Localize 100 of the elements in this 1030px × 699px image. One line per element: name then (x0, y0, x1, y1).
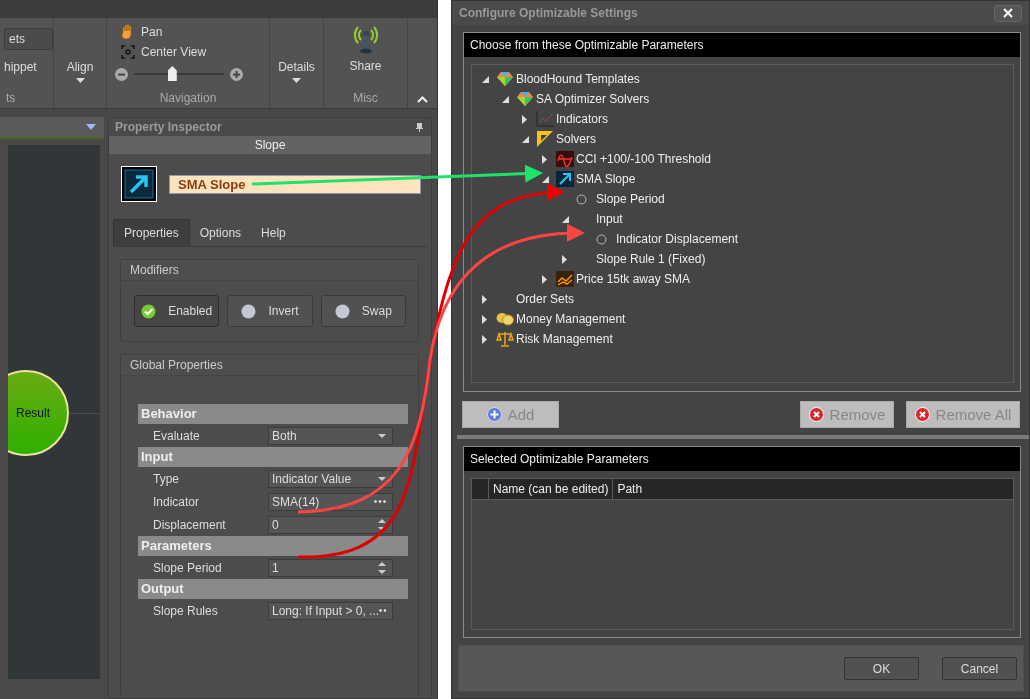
tab[interactable]: Options (189, 219, 252, 246)
dialog-title: Configure Optimizable Settings (459, 6, 638, 20)
expanded-icon[interactable] (482, 75, 489, 83)
tree-item[interactable]: SMA Slope (576, 172, 636, 186)
ribbon-button[interactable]: ets (4, 28, 53, 50)
dropdown-icon[interactable] (378, 433, 386, 438)
share-button[interactable]: Share (349, 23, 382, 73)
property-label: Evaluate (152, 428, 201, 443)
dropdown-icon[interactable] (86, 124, 96, 130)
chart-icon (536, 111, 554, 127)
property-label: Displacement (152, 517, 227, 532)
dialog-button[interactable]: Cancel (942, 657, 1017, 680)
circle-icon (334, 303, 350, 319)
collapsed-icon[interactable] (482, 334, 487, 344)
collapsed-icon[interactable] (542, 274, 547, 284)
check-icon (141, 303, 157, 319)
tree-item[interactable]: Risk Management (516, 332, 613, 346)
wave-icon (556, 151, 574, 167)
coins-icon (496, 312, 514, 326)
tree-item[interactable]: SA Optimizer Solvers (536, 92, 650, 106)
ruler-icon (536, 130, 554, 148)
group-caption: ts (5, 90, 16, 107)
property-value-field[interactable]: Both (268, 426, 393, 445)
ellipsis-icon[interactable] (374, 500, 386, 503)
remove-icon (914, 407, 930, 422)
tree-item[interactable]: Slope Period (596, 192, 665, 206)
group-title: Modifiers (121, 260, 418, 281)
category-header: Parameters (138, 536, 408, 556)
scale-icon (496, 331, 514, 347)
object-type-label: Slope (109, 136, 431, 154)
collapsed-icon[interactable] (542, 154, 547, 164)
property-label: Indicator (152, 494, 201, 509)
collapsed-icon[interactable] (482, 294, 487, 304)
zoom-in-icon[interactable] (230, 67, 243, 81)
property-value-field[interactable]: SMA(14) (268, 492, 393, 511)
tree-item[interactable]: Price 15tk away SMA (576, 272, 691, 286)
tree-item[interactable]: Solvers (556, 132, 596, 146)
ribbon-button[interactable]: hippet (4, 60, 53, 74)
tree-item[interactable]: Money Management (516, 312, 626, 326)
dialog-button[interactable]: OK (844, 657, 919, 680)
property-value-field[interactable]: 1 (268, 558, 393, 577)
tab[interactable]: Help (251, 219, 296, 246)
property-label: Slope Period (152, 560, 223, 575)
expanded-icon[interactable] (522, 135, 529, 143)
expanded-icon[interactable] (502, 95, 509, 103)
property-value-field[interactable]: 0 (268, 515, 393, 534)
details-button[interactable]: Details (278, 60, 315, 83)
toggle-button[interactable]: Invert (227, 295, 313, 327)
center-view-button[interactable]: Center View (115, 45, 207, 59)
close-icon (1003, 8, 1013, 18)
zoom-out-icon[interactable] (115, 67, 128, 81)
column-header[interactable]: Path (613, 479, 647, 499)
tree-item[interactable]: BloodHound Templates (516, 72, 640, 86)
property-value-field[interactable]: Long: If Input > 0, ... (268, 601, 393, 620)
slider-thumb[interactable] (167, 66, 177, 81)
panel-title: Property Inspector (115, 120, 222, 134)
arrow-icon (556, 171, 574, 187)
tree-item[interactable]: Slope Rule 1 (Fixed) (596, 252, 706, 266)
hand-icon (121, 24, 135, 40)
focus-icon (121, 45, 135, 59)
tab[interactable]: Properties (113, 219, 190, 246)
section-header: Choose from these Optimizable Parameters (464, 33, 1020, 57)
radio-icon[interactable] (596, 233, 607, 245)
ellipsis-icon[interactable] (379, 609, 386, 612)
expanded-icon[interactable] (562, 215, 569, 223)
circle-icon (241, 303, 257, 319)
collapsed-icon[interactable] (522, 114, 527, 124)
caret-icon (292, 78, 301, 83)
toggle-button[interactable]: Swap (320, 295, 406, 327)
tree-item[interactable]: CCI +100/-100 Threshold (576, 152, 711, 166)
tree-item[interactable]: Indicators (556, 112, 609, 126)
collapse-icon[interactable] (417, 96, 428, 103)
tree-item[interactable]: Order Sets (516, 292, 575, 306)
group-caption: Navigation (159, 90, 217, 107)
group-caption: Misc (353, 90, 378, 107)
gem-icon (496, 71, 514, 87)
collapsed-icon[interactable] (562, 254, 567, 264)
result-node[interactable]: Result (8, 370, 69, 456)
align-button[interactable]: Align (66, 60, 94, 83)
pin-icon[interactable] (416, 122, 423, 132)
column-header[interactable]: Name (can be edited) (489, 479, 614, 499)
spinner-icon[interactable] (378, 560, 386, 575)
toggle-button[interactable]: Enabled (134, 295, 220, 327)
property-label: Type (152, 471, 180, 486)
spinner-icon[interactable] (378, 517, 386, 532)
pan-button[interactable]: Pan (115, 24, 163, 40)
category-header: Output (138, 579, 408, 599)
arrow-icon (121, 166, 157, 202)
category-header: Behavior (138, 404, 408, 424)
property-value-field[interactable]: Indicator Value (268, 469, 393, 488)
section-header: Selected Optimizable Parameters (464, 447, 1020, 471)
close-button[interactable] (994, 4, 1022, 22)
line-chart-icon (556, 271, 574, 287)
tree-item[interactable]: Indicator Displacement (616, 232, 739, 246)
category-header: Input (138, 447, 408, 467)
radio-icon[interactable] (576, 193, 587, 205)
expanded-icon[interactable] (542, 175, 549, 183)
tree-item[interactable]: Input (596, 212, 623, 226)
dropdown-icon[interactable] (378, 476, 386, 481)
collapsed-icon[interactable] (482, 314, 487, 324)
